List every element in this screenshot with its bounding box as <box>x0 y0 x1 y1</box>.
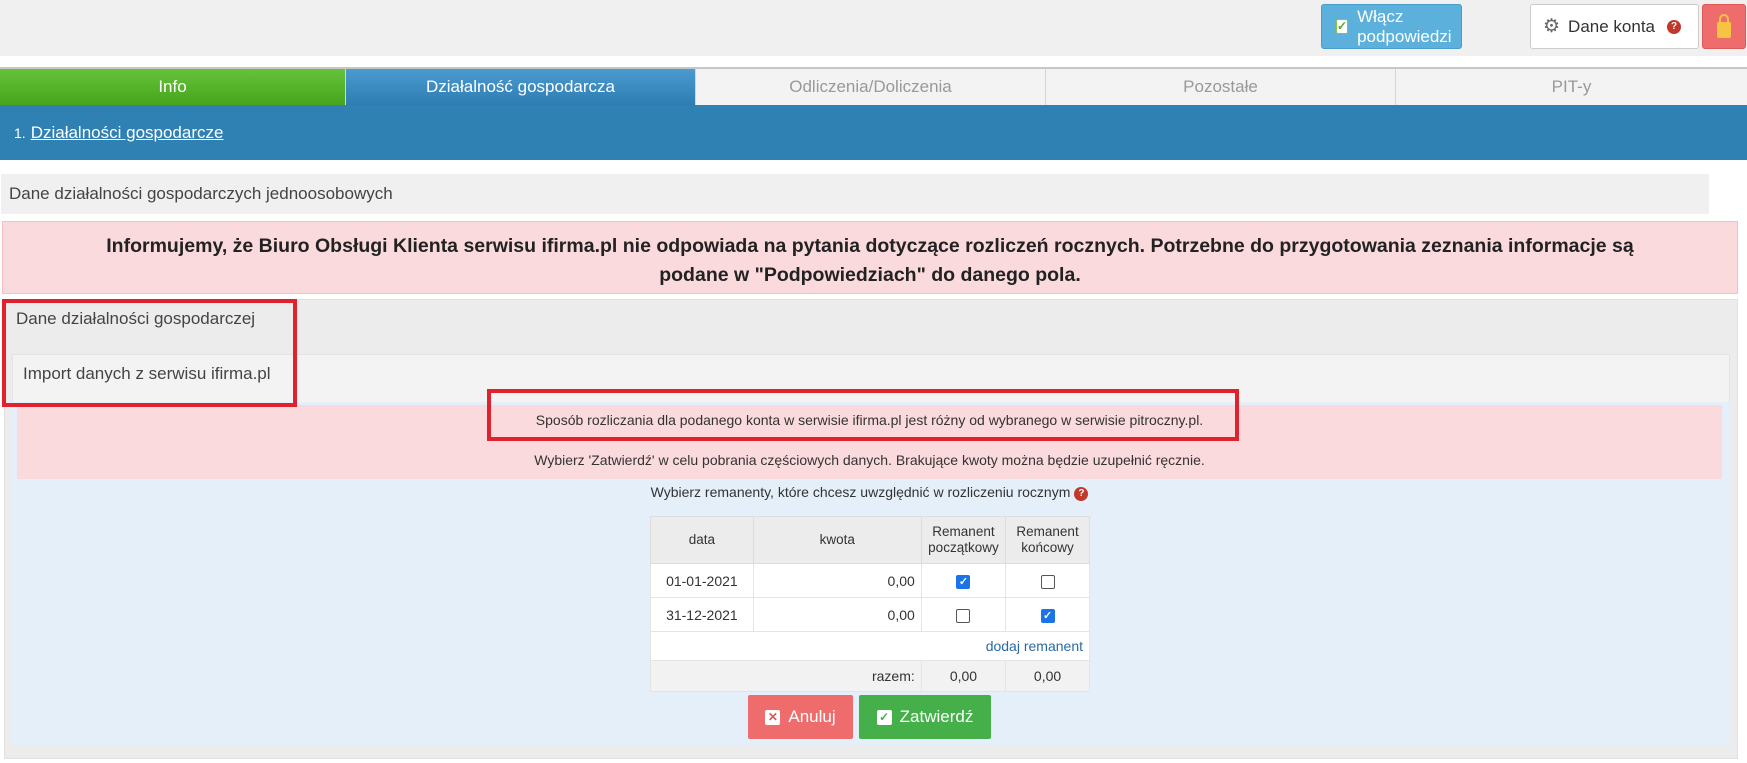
logout-button[interactable] <box>1702 4 1746 49</box>
end-inventory-checkbox[interactable] <box>1040 574 1055 589</box>
panel-title: Dane działalności gospodarczych jednooso… <box>1 174 1709 214</box>
row-date: 01-01-2021 <box>650 563 754 598</box>
checkbox-icon: ✓ <box>1336 19 1349 34</box>
breadcrumb: 1. Działalności gospodarcze <box>0 105 1747 160</box>
tab-business-activity[interactable]: Działalność gospodarcza <box>346 69 696 105</box>
choose-inventory-label: Wybierz remanenty, które chcesz uwzględn… <box>17 484 1722 501</box>
tab-info[interactable]: Info <box>0 69 346 105</box>
alert-line-2: podane w "Podpowiedziach" do danego pola… <box>659 264 1081 286</box>
row-amount-input[interactable]: 0,00 <box>752 563 922 598</box>
highlight-box-warning <box>487 389 1239 441</box>
breadcrumb-link-business-activities[interactable]: Działalności gospodarcze <box>31 123 224 143</box>
table-row: 31-12-2021 0,00 ✓ <box>650 597 1090 632</box>
tab-deductions[interactable]: Odliczenia/Doliczenia <box>696 69 1046 105</box>
sum-row: razem: 0,00 0,00 <box>650 660 1090 692</box>
table-header-row: data kwota Remanent początkowy Remanent ko… <box>650 516 1090 564</box>
toggle-hints-button[interactable]: ✓ Włącz podpowiedzi <box>1321 4 1462 49</box>
start-inventory-checkbox[interactable] <box>956 608 971 623</box>
check-icon: ✓ <box>876 709 892 725</box>
lock-icon <box>1717 13 1731 38</box>
start-inventory-checkbox[interactable]: ✓ <box>956 574 971 589</box>
account-data-label: Dane konta <box>1568 16 1655 36</box>
row-date: 31-12-2021 <box>650 597 754 632</box>
end-inventory-checkbox[interactable]: ✓ <box>1040 608 1055 623</box>
help-icon[interactable]: ? <box>1667 19 1681 34</box>
tab-other[interactable]: Pozostałe <box>1046 69 1396 105</box>
close-icon: ✕ <box>765 709 781 725</box>
sum-start: 0,00 <box>920 660 1007 692</box>
info-alert: Informujemy, że Biuro Obsługi Klienta se… <box>2 221 1738 294</box>
add-row: dodaj remanent <box>650 631 1090 661</box>
inventory-table: data kwota Remanent początkowy Remanent ko… <box>650 516 1090 692</box>
header-end-inventory: Remanent końcowy <box>1005 516 1090 564</box>
header-amount: kwota <box>752 516 922 564</box>
warning-line-2: Wybierz 'Zatwierdź' w celu pobrania częś… <box>534 452 1205 468</box>
main-tabs: Info Działalność gospodarcza Odliczenia/… <box>0 67 1747 105</box>
help-icon[interactable]: ? <box>1074 487 1089 501</box>
gear-icon: ⚙ <box>1543 16 1561 37</box>
confirm-button[interactable]: ✓ Zatwierdź <box>859 695 991 739</box>
sum-label: razem: <box>650 660 922 692</box>
sum-end: 0,00 <box>1005 660 1090 692</box>
highlight-box-section <box>2 299 297 407</box>
table-row: 01-01-2021 0,00 ✓ <box>650 563 1090 598</box>
header-start-inventory: Remanent początkowy <box>920 516 1007 564</box>
alert-line-1: Informujemy, że Biuro Obsługi Klienta se… <box>106 235 1634 257</box>
top-bar <box>0 0 1747 56</box>
toggle-hints-label: Włącz podpowiedzi <box>1357 6 1452 46</box>
tab-pit-forms[interactable]: PIT-y <box>1396 69 1747 105</box>
row-amount-input[interactable]: 0,00 <box>752 597 922 632</box>
add-inventory-link[interactable]: dodaj remanent <box>986 638 1083 654</box>
cancel-button[interactable]: ✕ Anuluj <box>748 695 853 739</box>
header-date: data <box>650 516 754 564</box>
account-data-button[interactable]: ⚙ Dane konta ? <box>1530 4 1699 49</box>
breadcrumb-number: 1. <box>14 124 26 141</box>
